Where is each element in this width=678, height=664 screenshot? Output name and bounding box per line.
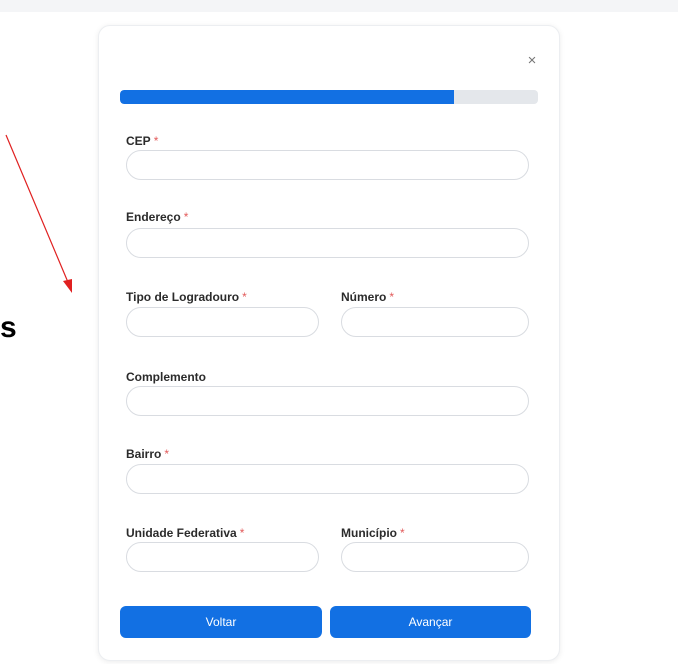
bairro-label: Bairro *: [126, 447, 169, 461]
numero-label: Número *: [341, 290, 394, 304]
required-mark: *: [389, 290, 395, 304]
address-form-modal: × CEP * Endereço * Tipo de Logradouro * Núm…: [98, 25, 560, 661]
required-mark: *: [242, 290, 247, 304]
required-mark: *: [153, 134, 159, 148]
endereco-label: Endereço *: [126, 210, 188, 224]
numero-input[interactable]: [341, 307, 529, 337]
uf-input[interactable]: [126, 542, 319, 572]
top-band: [0, 0, 678, 12]
numero-label-text: Número: [341, 290, 387, 304]
progress-bar: [120, 90, 538, 104]
cep-label-text: CEP: [126, 134, 151, 148]
required-mark: *: [183, 210, 189, 224]
municipio-label-text: Município: [341, 526, 397, 540]
cep-input[interactable]: [126, 150, 529, 180]
tipo-logradouro-label: Tipo de Logradouro *: [126, 290, 247, 304]
bairro-input[interactable]: [126, 464, 529, 494]
bairro-label-text: Bairro: [126, 447, 162, 461]
required-mark: *: [400, 526, 405, 540]
endereco-label-text: Endereço: [126, 210, 181, 224]
complemento-label: Complemento: [126, 370, 206, 384]
back-button[interactable]: Voltar: [120, 606, 322, 638]
uf-label: Unidade Federativa *: [126, 526, 244, 540]
close-icon[interactable]: ×: [523, 52, 541, 70]
required-mark: *: [164, 447, 170, 461]
stray-annotation-text: s: [0, 311, 17, 344]
tipo-logradouro-label-text: Tipo de Logradouro: [126, 290, 240, 304]
tipo-logradouro-input[interactable]: [126, 307, 319, 337]
complemento-label-text: Complemento: [126, 370, 207, 384]
municipio-input[interactable]: [341, 542, 529, 572]
endereco-input[interactable]: [126, 228, 529, 258]
next-button[interactable]: Avançar: [330, 606, 531, 638]
cep-label: CEP *: [126, 134, 158, 148]
required-mark: *: [239, 526, 245, 540]
uf-label-text: Unidade Federativa: [126, 526, 237, 540]
progress-fill: [120, 90, 455, 104]
complemento-input[interactable]: [126, 386, 529, 416]
municipio-label: Município *: [341, 526, 405, 540]
